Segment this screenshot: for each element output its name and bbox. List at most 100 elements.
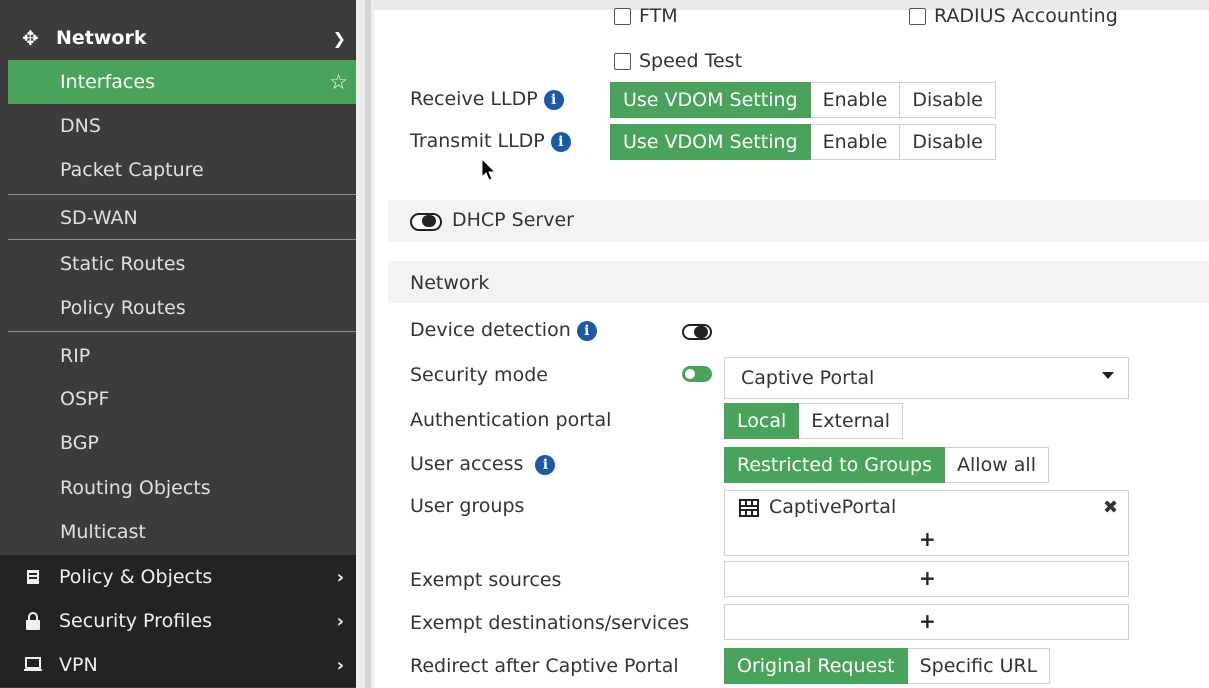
field-label-text: User access [410, 453, 524, 475]
option-specific-url[interactable]: Specific URL [907, 648, 1051, 684]
monitor-icon [22, 657, 44, 673]
security-mode-toggle[interactable] [682, 366, 712, 382]
transmit-lldp-toggle[interactable]: Use VDOM Setting Enable Disable [610, 124, 996, 160]
sidebar-item-label: DNS [60, 115, 101, 137]
sidebar-item-label: Policy & Objects [59, 566, 213, 588]
sidebar-item-interfaces[interactable]: Interfaces ☆ [8, 60, 356, 104]
option-disable[interactable]: Disable [900, 82, 996, 118]
clipboard-icon [22, 569, 44, 585]
add-icon[interactable]: + [919, 609, 936, 633]
option-original-request[interactable]: Original Request [724, 648, 908, 684]
divider [8, 331, 356, 332]
auth-portal-toggle[interactable]: Local External [724, 403, 904, 439]
mouse-cursor-icon [481, 158, 497, 181]
dhcp-server-label: DHCP Server [452, 209, 574, 231]
network-section-header [388, 261, 1209, 303]
device-detection-label: Device detection i [410, 319, 597, 341]
exempt-destinations-field[interactable]: + [724, 604, 1129, 640]
sidebar-item-rip[interactable]: RIP [8, 334, 356, 378]
sidebar: ✥ Network ❯ Interfaces ☆ DNS Packet Capt… [0, 0, 356, 688]
info-icon[interactable]: i [535, 455, 556, 475]
checkbox-box[interactable] [909, 7, 926, 25]
field-label-text: Transmit LLDP [410, 130, 545, 152]
device-detection-toggle[interactable] [682, 324, 712, 340]
caret-down-icon [1102, 372, 1114, 379]
checkbox-box[interactable] [614, 7, 631, 25]
divider [8, 194, 356, 195]
sidebar-item-static-routes[interactable]: Static Routes [8, 242, 356, 286]
scrollbar-track[interactable] [365, 0, 371, 688]
nav-network[interactable]: ✥ Network ❯ [8, 16, 356, 60]
star-icon[interactable]: ☆ [329, 70, 348, 94]
sidebar-item-vpn[interactable]: VPN › [0, 643, 356, 687]
option-disable[interactable]: Disable [900, 124, 996, 160]
dhcp-server-toggle[interactable] [410, 213, 442, 231]
add-icon[interactable]: + [919, 566, 936, 590]
option-local[interactable]: Local [724, 403, 800, 439]
sidebar-item-label: Interfaces [60, 71, 155, 93]
option-enable[interactable]: Enable [810, 124, 901, 160]
checkbox-radius-accounting[interactable]: RADIUS Accounting [909, 5, 1118, 27]
redirect-toggle[interactable]: Original Request Specific URL [724, 648, 1051, 684]
sidebar-item-routing-objects[interactable]: Routing Objects [8, 466, 356, 510]
sidebar-item-label: Packet Capture [60, 159, 204, 181]
checkbox-label: Speed Test [639, 50, 743, 72]
remove-icon[interactable]: ✖ [1103, 497, 1118, 518]
checkbox-box[interactable] [614, 52, 631, 70]
nav-network-label: Network [56, 27, 147, 49]
sidebar-item-policy-objects[interactable]: Policy & Objects › [0, 555, 356, 599]
option-external[interactable]: External [799, 403, 904, 439]
lock-icon [22, 612, 44, 630]
user-access-toggle[interactable]: Restricted to Groups Allow all [724, 447, 1049, 483]
sidebar-item-policy-routes[interactable]: Policy Routes [8, 286, 356, 330]
group-icon [739, 499, 759, 522]
sidebar-item-bgp[interactable]: BGP [8, 421, 356, 465]
user-groups-label: User groups [410, 495, 525, 517]
sidebar-item-dns[interactable]: DNS [8, 104, 356, 148]
sidebar-item-packet-capture[interactable]: Packet Capture [8, 148, 356, 192]
chevron-down-icon: ❯ [332, 28, 346, 48]
option-allow-all[interactable]: Allow all [945, 447, 1049, 483]
exempt-sources-field[interactable]: + [724, 561, 1129, 597]
sidebar-item-multicast[interactable]: Multicast [8, 510, 356, 554]
sidebar-item-sd-wan[interactable]: SD-WAN [8, 196, 356, 240]
receive-lldp-toggle[interactable]: Use VDOM Setting Enable Disable [610, 82, 996, 118]
user-access-label: User access i [410, 453, 556, 475]
auth-portal-label: Authentication portal [410, 409, 612, 431]
sidebar-item-label: BGP [60, 432, 99, 454]
checkbox-ftm[interactable]: FTM [614, 5, 678, 27]
redirect-label: Redirect after Captive Portal [410, 655, 679, 677]
sidebar-item-label: Routing Objects [60, 477, 211, 499]
sidebar-item-label: OSPF [60, 388, 110, 410]
sidebar-item-label: Security Profiles [59, 610, 213, 632]
option-enable[interactable]: Enable [810, 82, 901, 118]
option-use-vdom-setting[interactable]: Use VDOM Setting [610, 82, 811, 118]
select-value: Captive Portal [741, 367, 875, 389]
sidebar-item-ospf[interactable]: OSPF [8, 377, 356, 421]
sidebar-item-label: SD-WAN [60, 207, 138, 229]
divider [8, 239, 356, 240]
add-icon[interactable]: + [919, 527, 936, 551]
info-icon[interactable]: i [576, 321, 597, 341]
option-restricted-to-groups[interactable]: Restricted to Groups [724, 447, 946, 483]
sidebar-item-label: Static Routes [60, 253, 186, 275]
user-groups-field[interactable]: CaptivePortal ✖ + [724, 490, 1129, 556]
chevron-right-icon: › [336, 654, 344, 676]
sidebar-item-label: Multicast [60, 521, 146, 543]
transmit-lldp-label: Transmit LLDP i [410, 130, 571, 152]
checkbox-speed-test[interactable]: Speed Test [614, 50, 742, 72]
option-use-vdom-setting[interactable]: Use VDOM Setting [610, 124, 811, 160]
sidebar-item-label: Policy Routes [60, 297, 186, 319]
info-icon[interactable]: i [543, 90, 564, 110]
sidebar-item-label: VPN [59, 654, 98, 676]
network-section-title: Network [410, 272, 490, 294]
security-mode-select[interactable]: Captive Portal [724, 357, 1129, 399]
receive-lldp-label: Receive LLDP i [410, 88, 564, 110]
chevron-right-icon: › [336, 610, 344, 632]
exempt-destinations-label: Exempt destinations/services [410, 612, 690, 634]
move-arrows-icon: ✥ [22, 26, 39, 50]
field-label-text: Receive LLDP [410, 88, 538, 110]
field-label-text: Device detection [410, 319, 571, 341]
info-icon[interactable]: i [550, 132, 571, 152]
sidebar-item-security-profiles[interactable]: Security Profiles › [0, 599, 356, 643]
